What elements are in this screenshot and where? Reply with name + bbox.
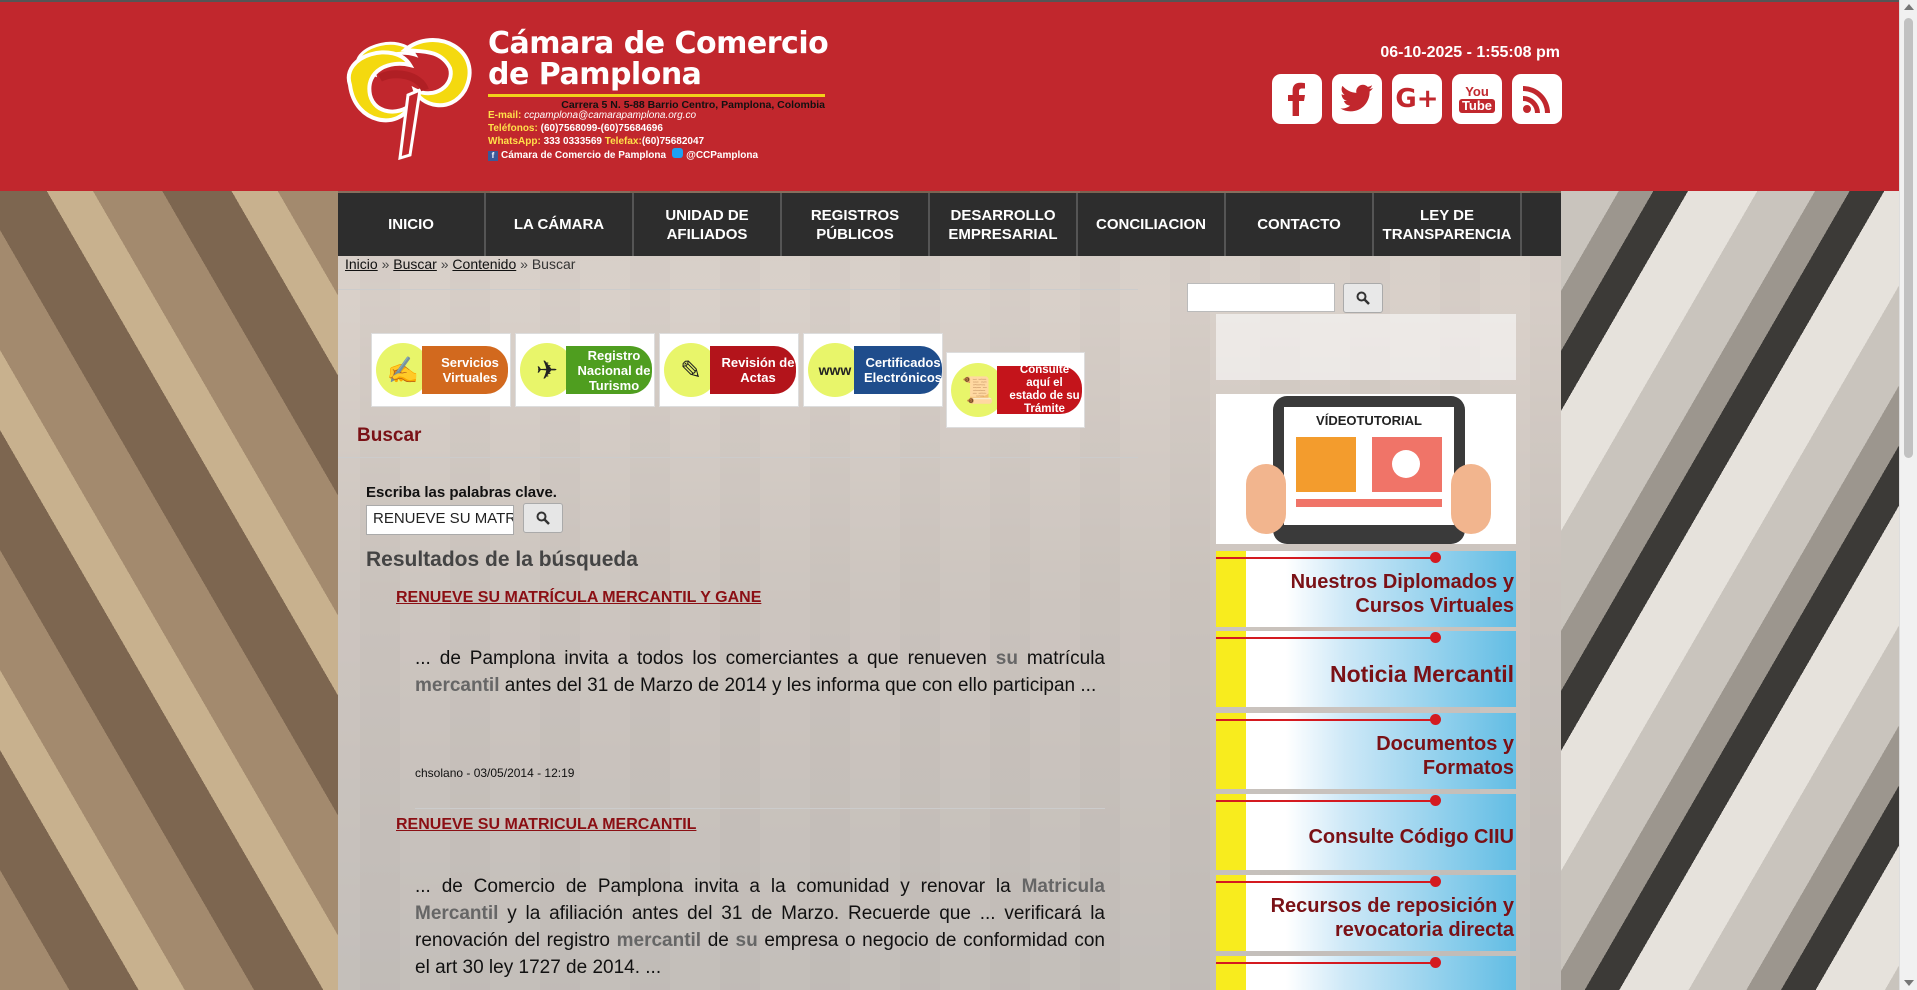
videotutorial-title: VÍDEOTUTORIAL [1316,413,1422,428]
divider [338,289,1138,290]
nav-item-ley-de-transparencia[interactable]: LEY DE TRANSPARENCIA [1374,193,1522,256]
breadcrumb-contenido[interactable]: Contenido [452,256,516,272]
hand-left [1246,464,1286,534]
revision-de-actas-button[interactable]: ✎ Revisión de Actas [659,333,799,407]
divider [338,457,1138,458]
youtube-icon[interactable]: You Tube [1452,74,1502,124]
main-navigation: INICIO LA CÁMARA UNIDAD DE AFILIADOS REG… [338,193,1561,256]
sidebar-banner-recursos-reposicion[interactable]: Recursos de reposición y revocatoria dir… [1216,875,1516,951]
hand-right [1451,464,1491,534]
nav-item-unidad-de-afiliados[interactable]: UNIDAD DE AFILIADOS [634,193,782,256]
certificados-electronicos-button[interactable]: www Certificados Electrónicos [803,333,943,407]
divider [415,808,1105,809]
keyword-label: Escriba las palabras clave. [366,484,557,501]
sidebar-banner-partial[interactable] [1216,956,1516,990]
site-header: Cámara de Comercio de Pamplona Carrera 5… [0,2,1900,191]
breadcrumb: Inicio » Buscar » Contenido » Buscar [345,256,576,272]
breadcrumb-current: Buscar [531,256,576,272]
chamber-logo[interactable]: Cámara de Comercio de Pamplona Carrera 5… [340,24,830,169]
twitter-icon[interactable] [1332,74,1382,124]
scroll-up-arrow-icon[interactable] [1904,4,1914,10]
results-heading: Resultados de la búsqueda [366,548,638,571]
sidebar-banner-noticia-mercantil[interactable]: Noticia Mercantil [1216,631,1516,707]
google-plus-icon[interactable]: G+ [1392,74,1442,124]
result-title-link[interactable]: RENUEVE SU MATRICULA MERCANTIL [396,816,696,834]
scroll-down-arrow-icon[interactable] [1904,980,1914,986]
background-photo-right [1561,191,1900,990]
nav-item-inicio[interactable]: INICIO [338,193,486,256]
nav-item-registros-publicos[interactable]: REGISTROS PÚBLICOS [782,193,930,256]
rss-icon[interactable] [1512,74,1562,124]
current-datetime: 06-10-2025 - 1:55:08 pm [1380,44,1560,61]
play-icon [1392,450,1420,478]
result-meta: chsolano - 03/05/2014 - 12:19 [415,766,575,780]
result-snippet: ... de Pamplona invita a todos los comer… [415,648,1105,696]
search-icon [536,511,550,525]
servicios-virtuales-button[interactable]: ✍ Servicios Virtuales [371,333,511,407]
page-title: Buscar [357,425,422,446]
result-snippet: ... de Comercio de Pamplona invita a la … [415,876,1105,978]
scrollbar-thumb[interactable] [1904,18,1913,458]
keyword-search-button[interactable] [523,503,563,533]
sidebar-top-panel [1216,314,1516,380]
breadcrumb-inicio[interactable]: Inicio [345,256,378,272]
progress-bar [1296,499,1442,507]
nav-item-conciliacion[interactable]: CONCILIACION [1078,193,1226,256]
tablet-icon: VÍDEOTUTORIAL [1273,396,1465,544]
facebook-small-icon: f [488,151,498,161]
sidebar-banner-codigo-ciiu[interactable]: Consulte Código CIIU [1216,794,1516,870]
sidebar-banner-diplomados[interactable]: Nuestros Diplomados y Cursos Virtuales [1216,551,1516,627]
search-icon [1356,291,1370,305]
result-title-link[interactable]: RENUEVE SU MATRÍCULA MERCANTIL Y GANE [396,589,761,607]
breadcrumb-buscar[interactable]: Buscar [393,256,437,272]
nav-item-la-camara[interactable]: LA CÁMARA [486,193,634,256]
page-scrollbar[interactable] [1899,0,1917,990]
site-search-input[interactable] [1187,283,1335,312]
background-photo-left [0,191,338,990]
nav-item-contacto[interactable]: CONTACTO [1226,193,1374,256]
logo-title: Cámara de Comercio de Pamplona [488,26,829,92]
facebook-icon[interactable] [1272,74,1322,124]
keyword-search-input[interactable]: RENUEVE SU MATRÍCULA MERCANTIL Y GANE [366,505,514,535]
videotutorial-banner[interactable]: VÍDEOTUTORIAL [1216,394,1516,544]
logo-contact-info: E-mail: ccpamplona@camarapamplona.org.co… [488,110,759,161]
registro-nacional-turismo-button[interactable]: ✈ Registro Nacional de Turismo [515,333,655,407]
twitter-small-icon [672,148,684,158]
site-search-button[interactable] [1343,283,1383,313]
logo-mark-icon [346,38,472,160]
sidebar-banner-documentos-formatos[interactable]: Documentos y Formatos [1216,713,1516,789]
nav-item-desarrollo-empresarial[interactable]: DESARROLLO EMPRESARIAL [930,193,1078,256]
estado-tramite-button[interactable]: 📜 Consulte aquí el estado de su Trámite [946,352,1085,428]
